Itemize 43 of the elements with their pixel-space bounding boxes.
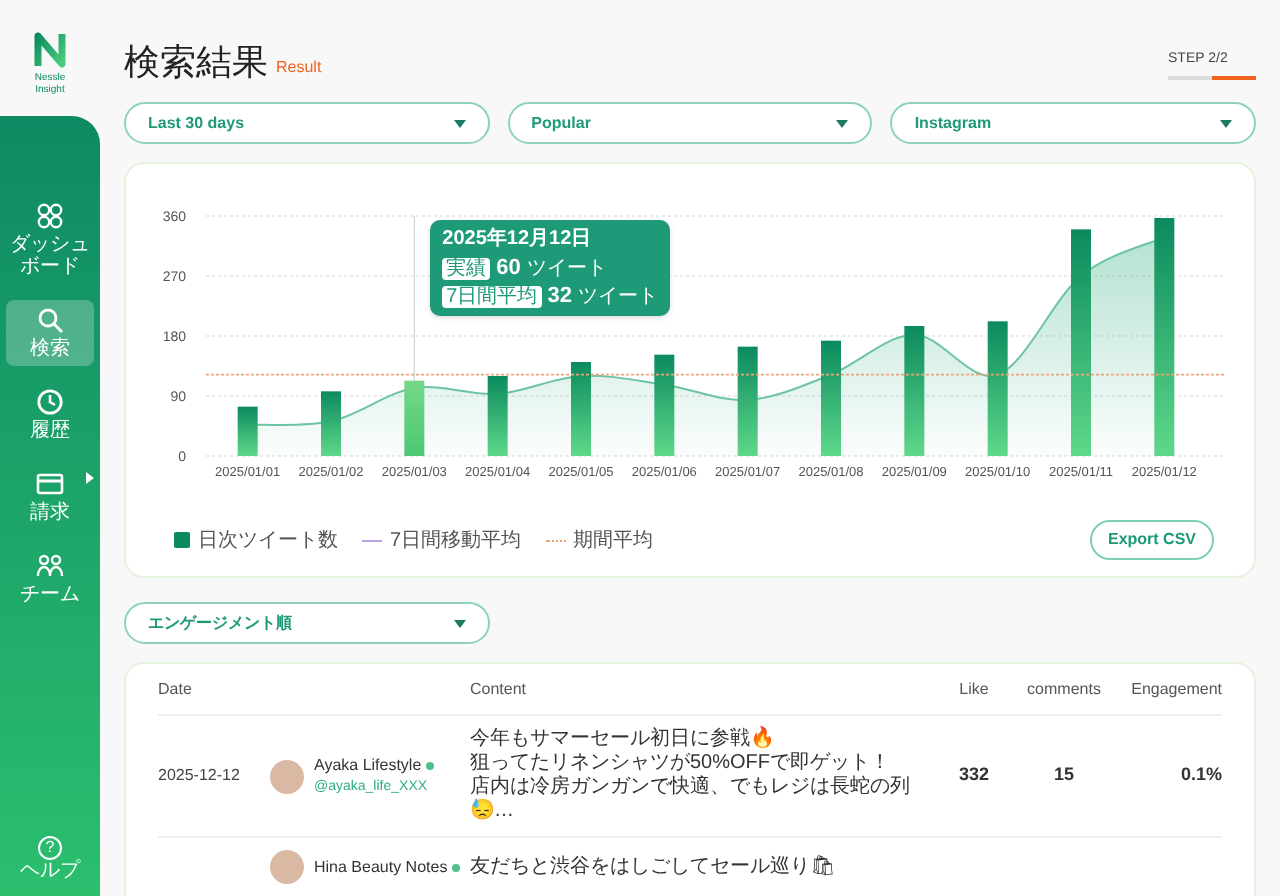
search-icon (36, 306, 64, 334)
caret-down-icon (453, 619, 466, 627)
logo-icon (34, 32, 66, 68)
table-cell-text: 15 (1051, 762, 1076, 789)
sidebar-item[interactable]: ダッシュボード (6, 196, 94, 284)
column-header: Content (470, 677, 529, 701)
table-cell-text: 0.1% (1178, 762, 1222, 789)
avatar (270, 850, 304, 884)
legend-label: 7日間移動平均 (390, 527, 522, 555)
sidebar-item[interactable]: 検索 (6, 300, 94, 366)
table-cell-text: 332 (956, 762, 992, 789)
post-content: 今年もサマーセール初日に参戦🔥 狙ってたリネンシャツが50%OFFで即ゲット！ 店内は冷房ガンガンで快適、でもレジは長蛇の列😓… (470, 728, 912, 824)
dropdown[interactable]: Last 30 days (124, 102, 490, 144)
help-link[interactable]: ? ヘルプ (20, 836, 80, 884)
table-cell-text: 2025-12-12 (158, 764, 242, 788)
card-icon (36, 470, 64, 498)
account-name: Hina Beauty Notes (314, 855, 448, 879)
help-icon: ? (38, 836, 62, 860)
chart-tooltip: 2025年12月12日 実績 60 ツイート 7日間平均 32 ツイート (430, 220, 670, 317)
avatar (270, 759, 304, 793)
caret-down-icon (1220, 119, 1232, 127)
column-header: Like (957, 677, 991, 701)
dropdown[interactable]: Popular (507, 102, 873, 144)
column-header: Date (158, 677, 194, 701)
caret-down-icon (453, 119, 466, 127)
dropdown[interactable]: Instagram (890, 102, 1256, 144)
sidebar-item[interactable]: チーム (6, 546, 94, 612)
sidebar-item[interactable]: 請求 (6, 464, 94, 530)
legend-label: 日次ツイート数 (198, 527, 338, 555)
post-content: 友だちと渋谷をはしごしてセール巡り🛍 (470, 855, 838, 879)
column-header: Engagement (1129, 677, 1222, 701)
account-name: Ayaka Lifestyle (314, 753, 422, 778)
sidebar-item[interactable]: 履歴 (6, 382, 94, 448)
dropdown[interactable]: エンゲージメント順 (124, 602, 490, 644)
caret-down-icon (836, 119, 849, 127)
legend-label: 期間平均 (573, 527, 654, 555)
page-subtitle: Result (276, 56, 322, 80)
grid-icon (36, 202, 64, 230)
page-title: 検索結果 (124, 40, 268, 84)
team-icon (36, 552, 64, 580)
export-csv-button[interactable]: Export CSV (1089, 520, 1214, 560)
clock-icon (36, 388, 64, 416)
column-header: comments (1025, 677, 1103, 701)
